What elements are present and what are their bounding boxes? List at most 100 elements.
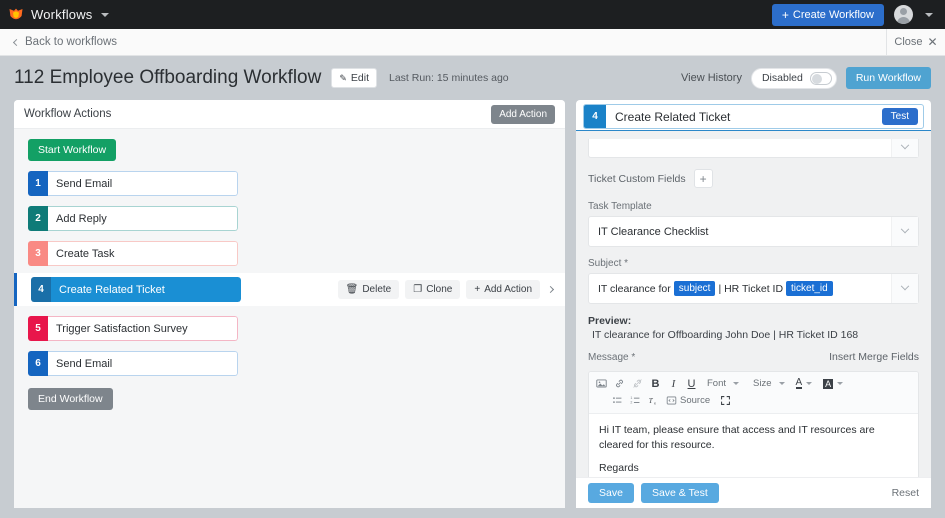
top-select-field[interactable]	[588, 139, 919, 158]
main-content: Workflow Actions Add Action Start Workfl…	[0, 100, 945, 508]
enable-disable-toggle[interactable]: Disabled	[750, 67, 837, 89]
fullscreen-icon[interactable]	[718, 393, 733, 408]
unlink-icon[interactable]	[630, 376, 645, 391]
svg-text:1: 1	[630, 396, 632, 400]
create-workflow-button[interactable]: + Create Workflow	[771, 3, 884, 26]
workflow-step-pill[interactable]: 1 Send Email	[28, 171, 238, 196]
workflow-step-pill[interactable]: 2 Add Reply	[28, 206, 238, 231]
numbered-list-icon[interactable]: 12	[628, 393, 643, 408]
chevron-down-icon	[733, 382, 740, 385]
pencil-icon: ✎	[339, 72, 347, 83]
close-button[interactable]: Close ✕	[886, 29, 945, 55]
topbar-right-group: + Create Workflow	[771, 3, 937, 26]
image-icon[interactable]	[594, 376, 609, 391]
text-color-picker[interactable]: A	[794, 376, 819, 391]
workflow-step-number: 1	[28, 171, 48, 196]
svg-text:T: T	[649, 397, 654, 405]
font-size-dropdown-label: Size	[753, 378, 772, 389]
save-button[interactable]: Save	[588, 483, 634, 503]
workflow-step-number: 3	[28, 241, 48, 266]
source-label: Source	[680, 395, 711, 406]
merge-token-subject[interactable]: subject	[673, 281, 716, 296]
chevron-down-icon[interactable]	[891, 217, 918, 246]
task-template-select[interactable]: IT Clearance Checklist	[588, 216, 919, 247]
font-size-dropdown[interactable]: Size	[748, 376, 790, 391]
message-line-2: Regards	[599, 462, 639, 475]
subject-input[interactable]: IT clearance for subject | HR Ticket ID …	[588, 273, 919, 304]
workflow-step-row[interactable]: 2 Add Reply	[14, 206, 565, 231]
view-history-link[interactable]: View History	[681, 72, 742, 84]
remove-format-icon[interactable]: Tx	[646, 393, 661, 408]
save-and-test-button[interactable]: Save & Test	[640, 483, 719, 503]
delete-button[interactable]: 🗑 Delete	[337, 280, 400, 299]
run-workflow-button[interactable]: Run Workflow	[845, 67, 931, 89]
freshworks-fox-logo	[8, 7, 24, 23]
chevron-right-icon[interactable]	[546, 285, 555, 294]
trash-icon: 🗑	[345, 284, 359, 295]
font-family-dropdown-label: Font	[707, 378, 727, 389]
message-label: Message *	[588, 352, 636, 363]
font-family-dropdown[interactable]: Font	[702, 376, 745, 391]
clone-button[interactable]: ❐ Clone	[405, 280, 461, 299]
test-button[interactable]: Test	[881, 108, 918, 125]
end-workflow-button[interactable]: End Workflow	[28, 388, 113, 410]
plus-icon[interactable]: +	[693, 169, 713, 188]
workflow-step-row[interactable]: 1 Send Email	[14, 171, 565, 196]
plus-icon: +	[474, 284, 481, 295]
message-line-1: Hi IT team, please ensure that access an…	[599, 424, 875, 452]
page-title: 112 Employee Offboarding Workflow	[14, 67, 322, 88]
underline-icon[interactable]: U	[684, 376, 699, 391]
message-rich-text-editor[interactable]: B I U Font Size A A 1 2 Tx Source Hi IT team, ple…	[588, 371, 919, 477]
reset-link[interactable]: Reset	[892, 487, 919, 499]
workflow-step-label: Trigger Satisfaction Survey	[48, 316, 238, 341]
close-label: Close	[894, 36, 923, 48]
workflow-step-pill[interactable]: 6 Send Email	[28, 351, 238, 376]
action-config-body: Ticket Custom Fields + Task Template IT …	[576, 131, 931, 477]
workflow-step-pill[interactable]: 3 Create Task	[28, 241, 238, 266]
editor-toolbar: B I U Font Size A A 1 2 Tx Source	[589, 372, 918, 414]
user-menu[interactable]	[894, 5, 933, 24]
workflow-step-row[interactable]: 4 Create Related Ticket 🗑 Delete ❐ Clone + Add …	[14, 273, 565, 306]
svg-text:x: x	[654, 400, 656, 405]
close-x-icon: ✕	[927, 35, 938, 49]
page-title-row: 112 Employee Offboarding Workflow ✎ Edit…	[0, 56, 945, 100]
message-body[interactable]: Hi IT team, please ensure that access an…	[589, 414, 918, 477]
add-action-button[interactable]: Add Action	[491, 104, 555, 124]
chevron-down-icon	[806, 382, 813, 385]
edit-button[interactable]: ✎ Edit	[331, 68, 377, 88]
merge-token-ticket-id[interactable]: ticket_id	[786, 281, 833, 296]
bulleted-list-icon[interactable]	[610, 393, 625, 408]
workflow-step-pill[interactable]: 4 Create Related Ticket	[31, 277, 241, 302]
workflow-steps-list: Start Workflow 1 Send Email 2 Add Reply 3 Cre…	[14, 129, 565, 508]
chevron-down-icon[interactable]	[100, 12, 109, 17]
subject-prefix: IT clearance for	[598, 282, 671, 295]
action-step-title: Create Related Ticket	[615, 109, 731, 124]
workflow-actions-title: Workflow Actions	[24, 108, 112, 120]
add-action-row-button[interactable]: + Add Action	[466, 280, 540, 299]
workflow-actions-panel: Workflow Actions Add Action Start Workfl…	[14, 100, 565, 508]
link-icon[interactable]	[612, 376, 627, 391]
ticket-custom-fields-row: Ticket Custom Fields +	[588, 169, 919, 188]
workflow-step-pill[interactable]: 5 Trigger Satisfaction Survey	[28, 316, 238, 341]
start-workflow-button[interactable]: Start Workflow	[28, 139, 117, 161]
task-template-label: Task Template	[588, 201, 652, 212]
workflow-step-number: 4	[31, 277, 51, 302]
workflow-step-number: 2	[28, 206, 48, 231]
chevron-down-icon[interactable]	[891, 274, 918, 303]
workflow-step-row[interactable]: 6 Send Email	[14, 351, 565, 376]
chevron-down-icon[interactable]	[891, 139, 918, 157]
workflow-step-label: Add Reply	[48, 206, 238, 231]
italic-icon[interactable]: I	[666, 376, 681, 391]
back-to-workflows-link[interactable]: Back to workflows	[12, 36, 117, 48]
background-color-picker[interactable]: A	[821, 376, 849, 391]
workflow-step-row[interactable]: 5 Trigger Satisfaction Survey	[14, 316, 565, 341]
action-config-panel: 4 Create Related Ticket Test Ticket Cust…	[576, 100, 931, 508]
chevron-down-icon	[925, 12, 933, 17]
bold-icon[interactable]: B	[648, 376, 663, 391]
workflow-step-row[interactable]: 3 Create Task	[14, 241, 565, 266]
workflow-step-label: Create Related Ticket	[51, 277, 241, 302]
source-code-icon[interactable]: Source	[664, 393, 715, 408]
workflow-step-label: Send Email	[48, 171, 238, 196]
workflow-step-number: 6	[28, 351, 48, 376]
insert-merge-fields-link[interactable]: Insert Merge Fields	[829, 351, 919, 363]
